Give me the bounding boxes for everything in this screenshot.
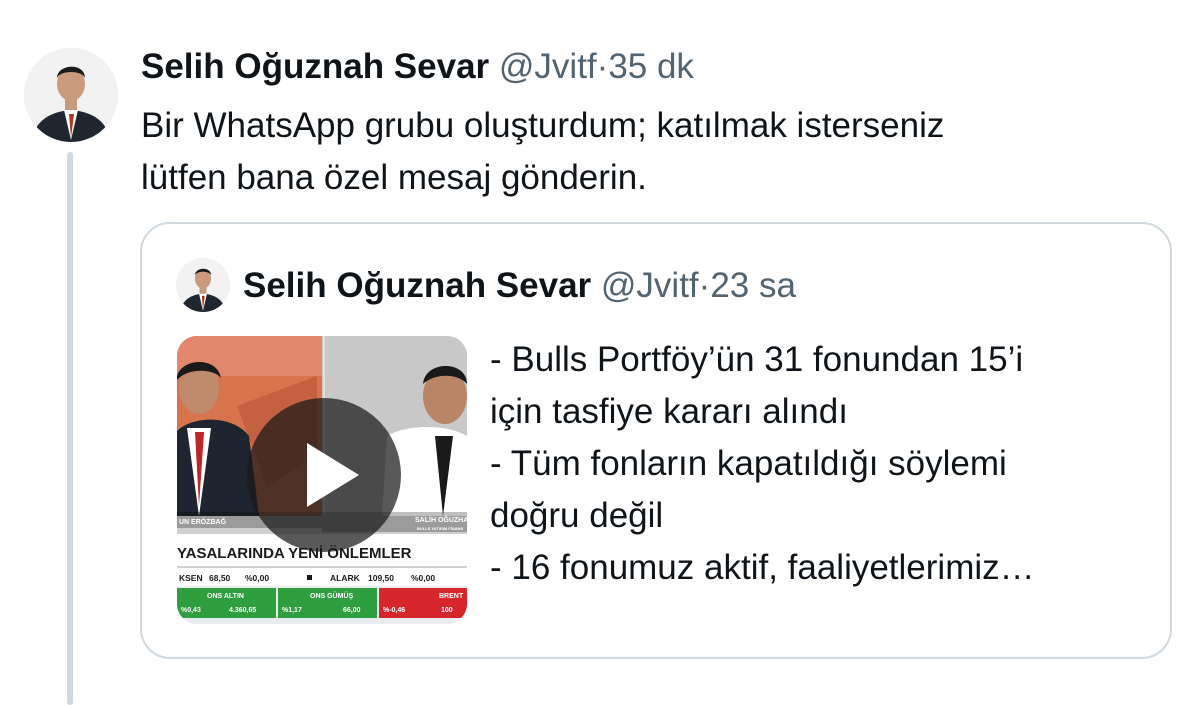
author-handle[interactable]: @Jvitf	[499, 47, 597, 86]
ticker2-label-0: ONS ALTIN	[207, 593, 244, 600]
ticker2-change-0: %0,43	[181, 607, 201, 614]
quoted-tweet-timestamp[interactable]: 23 sa	[710, 266, 796, 305]
quoted-tweet-text: - Bulls Portföy’ün 31 fonundan 15’i için…	[490, 334, 1150, 594]
tweet-timestamp[interactable]: 35 dk	[608, 47, 694, 86]
lower-third-left: UN ERÖZBAĞ	[179, 517, 227, 526]
author-avatar[interactable]	[24, 48, 118, 142]
quoted-text-line: doğru değil	[490, 496, 664, 535]
ticker2-label-2: BRENT	[439, 593, 464, 600]
quoted-text-line: - Tüm fonların kapatıldığı söylemi	[490, 444, 1007, 483]
quoted-tweet-card[interactable]: Selih Oğuznah Sevar @Jvitf·23 sa UN ERÖZ…	[140, 222, 1172, 659]
ticker2-value-0: 4.360,65	[229, 607, 256, 614]
lower-third-right: SALİH OĞUZHAN	[415, 515, 467, 524]
ticker1-change-1: %0,00	[411, 573, 435, 583]
tweet-header: Selih Oğuznah Sevar @Jvitf·35 dk	[141, 45, 694, 89]
video-thumbnail[interactable]: UN ERÖZBAĞ SALİH OĞUZHAN BULLS YATIRIM F…	[177, 336, 467, 624]
quoted-tweet-header: Selih Oğuznah Sevar @Jvitf·23 sa	[243, 264, 796, 308]
ticker1-label-1: ALARK	[330, 573, 361, 583]
ticker2-value-2: 100	[441, 607, 453, 614]
quoted-text-line: - Bulls Portföy’ün 31 fonundan 15’i	[490, 340, 1024, 379]
author-name[interactable]: Selih Oğuznah Sevar	[141, 47, 489, 86]
ticker2-value-1: 66,00	[343, 607, 361, 614]
tweet-text-line: Bir WhatsApp grubu oluşturdum; katılmak …	[141, 106, 945, 145]
quoted-avatar-image	[176, 258, 230, 312]
quoted-author-avatar[interactable]	[176, 258, 230, 312]
quoted-text-line: - 16 fonumuz aktif, faaliyetlerimiz…	[490, 548, 1035, 587]
ticker2-label-1: ONS GÜMÜŞ	[310, 591, 354, 600]
play-icon[interactable]	[247, 398, 401, 552]
video-headline: YASALARINDA YENİ ÖNLEMLER	[177, 545, 412, 562]
ticker1-value-1: 109,50	[368, 573, 394, 583]
ticker2-change-1: %1,17	[282, 607, 302, 614]
tweet-text-line: lütfen bana özel mesaj gönderin.	[141, 158, 647, 197]
quoted-author-handle[interactable]: @Jvitf	[601, 266, 699, 305]
quoted-text-line: için tasfiye kararı alındı	[490, 392, 848, 431]
quoted-author-name[interactable]: Selih Oğuznah Sevar	[243, 266, 591, 305]
ticker1-value-0: 68,50	[209, 573, 231, 583]
thread-connector-line	[67, 152, 73, 705]
quoted-header-separator: ·	[698, 266, 711, 305]
ticker2-change-2: %-0,46	[383, 607, 405, 614]
avatar-image	[24, 48, 118, 142]
ticker1-change-0: %0,00	[245, 573, 269, 583]
tweet-text: Bir WhatsApp grubu oluşturdum; katılmak …	[141, 100, 1141, 204]
lower-third-right-sub: BULLS YATIRIM FİNANS	[417, 526, 463, 531]
header-separator: ·	[596, 47, 609, 86]
ticker1-label-0: KSEN	[179, 573, 203, 583]
